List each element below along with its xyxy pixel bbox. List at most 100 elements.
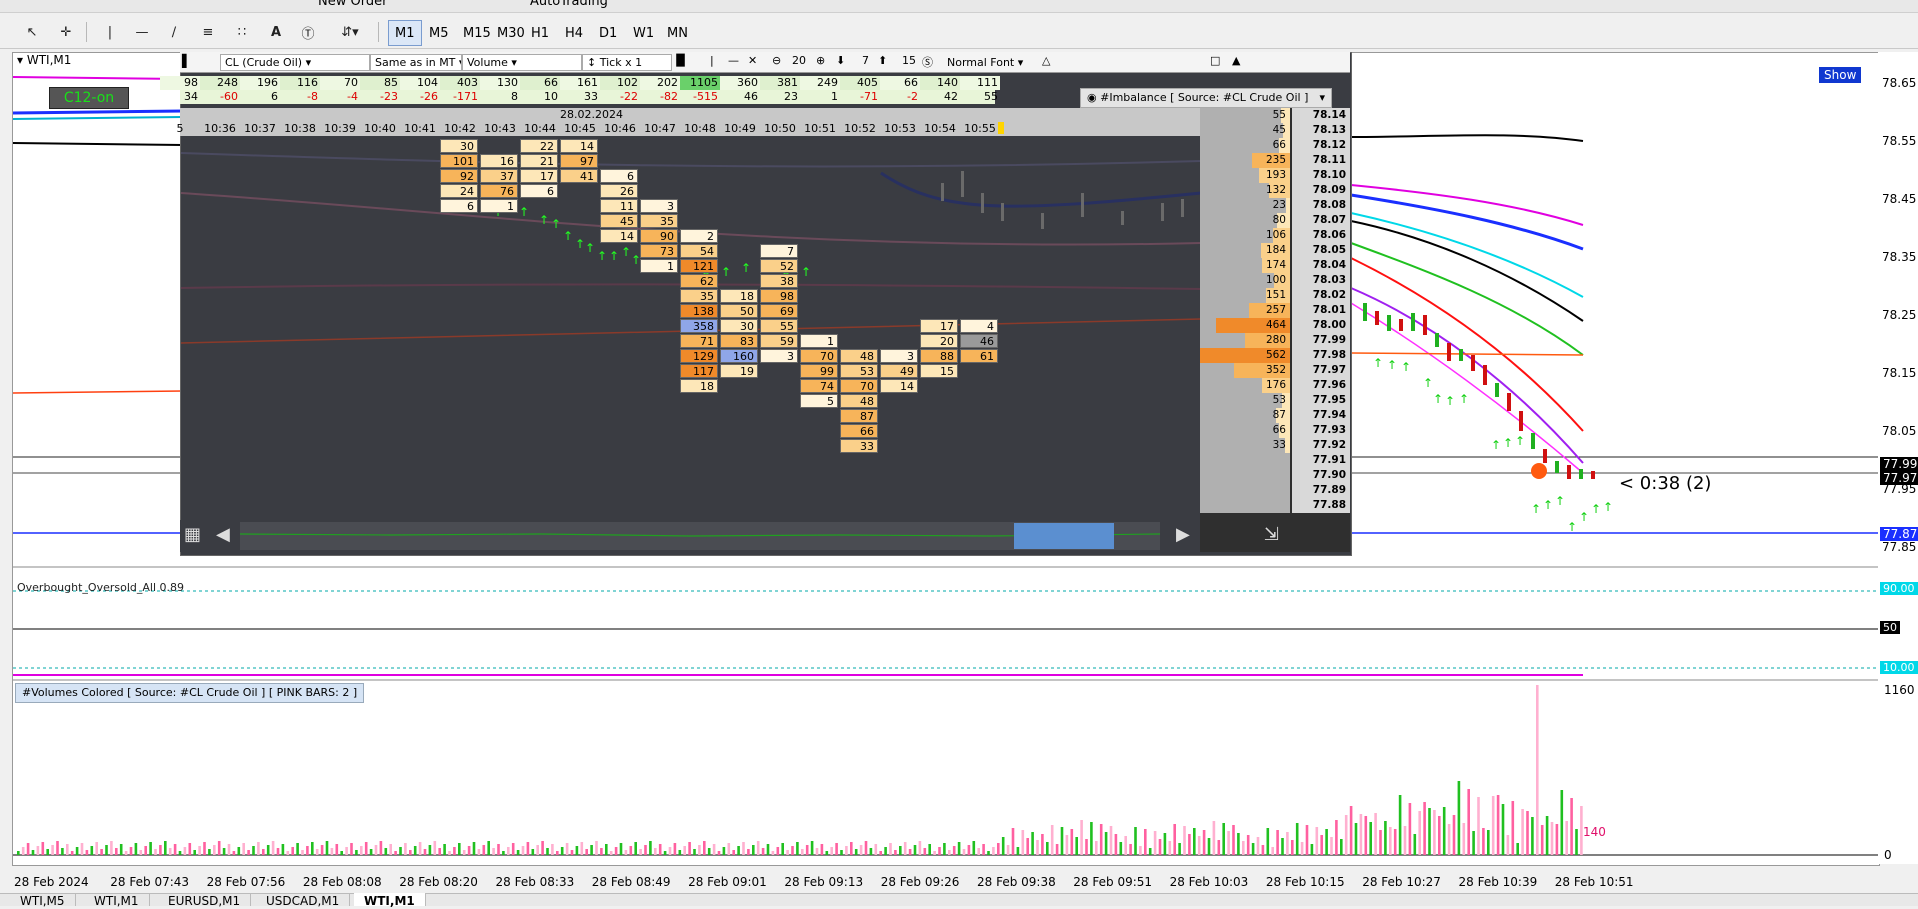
bar-chart-icon[interactable]: ▐▌	[672, 54, 689, 67]
chart-tab[interactable]: EURUSD,M1	[158, 893, 252, 908]
volume-cell: 161	[560, 76, 600, 90]
line-icon[interactable]: —	[728, 54, 739, 67]
ladder-row: 45 78.13	[1200, 123, 1350, 138]
volume-bar	[786, 850, 789, 855]
ladder-price: 77.98	[1292, 348, 1350, 363]
horizontal-line-tool-icon[interactable]: —	[130, 20, 154, 44]
tick-select[interactable]: ↕ Tick x 1	[582, 54, 672, 71]
volume-bar	[1222, 823, 1225, 855]
volumes-indicator-label[interactable]: #Volumes Colored [ Source: #CL Crude Oil…	[15, 683, 365, 703]
panel-handle-icon[interactable]: ▌	[182, 54, 191, 68]
text-tool-icon[interactable]: A	[264, 20, 288, 44]
timeframe-h1[interactable]: H1	[524, 20, 556, 46]
volume-cell: 102	[600, 76, 640, 90]
number-field-3[interactable]: 15	[902, 54, 916, 67]
footprint-cell: 48	[840, 349, 878, 363]
chart-tab[interactable]: WTI,M5	[10, 893, 76, 908]
footprint-cell: 3	[640, 199, 678, 213]
up-circle-icon[interactable]: ⬆	[878, 54, 887, 67]
warning-triangle-icon[interactable]: △	[1042, 54, 1050, 67]
settings-circle-icon[interactable]: Ⓢ	[922, 54, 933, 70]
volume-bar	[433, 841, 437, 855]
volume-bar	[1487, 830, 1490, 855]
timeframe-mn[interactable]: MN	[660, 20, 695, 46]
volume-bar	[203, 842, 206, 855]
ladder-price: 77.94	[1292, 408, 1350, 423]
font-select[interactable]: Normal Font ▾	[942, 54, 1040, 71]
ladder-row: 151 78.02	[1200, 288, 1350, 303]
imbalance-header[interactable]: ◉ #Imbalance [ Source: #CL Crude Oil ] ▾	[1080, 88, 1332, 108]
volume-bar	[1109, 826, 1113, 855]
footprint-scrollbar[interactable]: ▦ ◀ ▶ ⇲	[180, 520, 1350, 552]
c12-label[interactable]: C12-on	[49, 87, 129, 109]
plus-circle-icon[interactable]: ⊕	[816, 54, 825, 67]
chart-tab[interactable]: USDCAD,M1	[256, 893, 351, 908]
down-circle-icon[interactable]: ⬇	[836, 54, 845, 67]
scroll-right-icon[interactable]: ▶	[1176, 524, 1190, 545]
chart-tab[interactable]: WTI,M1	[354, 893, 426, 908]
volume-bar	[350, 843, 353, 855]
svg-text:↑: ↑	[1503, 436, 1513, 450]
volume-bar	[771, 851, 775, 855]
vertical-line-tool-icon[interactable]: |	[98, 20, 122, 44]
maximize-icon[interactable]: □	[1210, 54, 1220, 67]
show-button[interactable]: Show	[1819, 67, 1862, 83]
volume-bar	[1031, 832, 1034, 855]
cursor-tool-icon[interactable]: ↖	[20, 20, 44, 44]
expand-icon[interactable]: ⇲	[1264, 524, 1279, 545]
timezone-select[interactable]: Same as in MT ▾	[370, 54, 462, 71]
ladder-volume: 45	[1272, 124, 1286, 136]
ladder-row: 257 78.01	[1200, 303, 1350, 318]
text-label-tool-icon[interactable]: Ⓣ	[296, 20, 320, 44]
timeframe-m1[interactable]: M1	[388, 20, 422, 46]
crosshair-tool-icon[interactable]: ✛	[54, 20, 78, 44]
mode-select[interactable]: Volume ▾	[462, 54, 582, 71]
autotrading-button[interactable]: AutoTrading	[530, 0, 608, 9]
close-x-icon[interactable]: ✕	[748, 54, 757, 67]
volume-bar	[296, 843, 299, 855]
volume-bar	[776, 847, 780, 855]
number-field-1[interactable]: 20	[792, 54, 806, 67]
calendar-icon[interactable]: ▦	[184, 524, 201, 545]
svg-text:↑: ↑	[1423, 376, 1433, 390]
scroll-left-icon[interactable]: ◀	[216, 524, 230, 545]
volume-cell: 249	[800, 76, 840, 90]
chevron-down-icon[interactable]: ▾	[1319, 89, 1325, 107]
delta-cell: -82	[660, 90, 678, 103]
fibonacci-tool-icon[interactable]: ∷	[230, 20, 254, 44]
timeframe-m5[interactable]: M5	[422, 20, 456, 46]
arrows-tool-icon[interactable]: ⇵▾	[330, 20, 370, 44]
volume-bar	[1276, 830, 1279, 855]
volume-bar	[766, 844, 770, 855]
trendline-tool-icon[interactable]: ∕	[162, 20, 186, 44]
volume-bar	[458, 843, 461, 855]
minus-circle-icon[interactable]: ⊖	[772, 54, 781, 67]
number-field-2[interactable]: 7	[862, 54, 869, 67]
timeframe-w1[interactable]: W1	[626, 20, 661, 46]
footprint-cell: 24	[440, 184, 478, 198]
volume-bar	[1114, 834, 1118, 855]
symbol-select[interactable]: CL (Crude Oil) ▾	[220, 54, 370, 71]
ladder-volume: 55	[1272, 109, 1286, 121]
ma-line-purple-right	[1350, 287, 1584, 464]
ladder-row: 193 78.10	[1200, 168, 1350, 183]
collapse-up-icon[interactable]: ▲	[1232, 54, 1240, 67]
new-order-button[interactable]: New Order	[318, 0, 387, 9]
volume-bar	[100, 849, 103, 855]
volume-bar	[134, 843, 138, 855]
timeframe-h4[interactable]: H4	[558, 20, 590, 46]
ladder-volume: 174	[1265, 259, 1286, 271]
volume-bar	[418, 842, 422, 855]
volume-bar	[124, 851, 128, 855]
chart-tab[interactable]: WTI,M1	[84, 893, 150, 908]
ladder-volume: 280	[1265, 334, 1286, 346]
volume-bar	[1193, 828, 1196, 855]
volume-bar	[1070, 829, 1074, 855]
volume-bar	[810, 841, 814, 855]
ladder-price: 78.13	[1292, 123, 1350, 138]
footprint-cell: 37	[480, 169, 518, 183]
timeframe-d1[interactable]: D1	[592, 20, 624, 46]
scroll-thumb[interactable]	[1014, 523, 1114, 549]
time-axis-label: 28 Feb 2024	[14, 875, 89, 889]
channel-tool-icon[interactable]: ≡	[196, 20, 220, 44]
